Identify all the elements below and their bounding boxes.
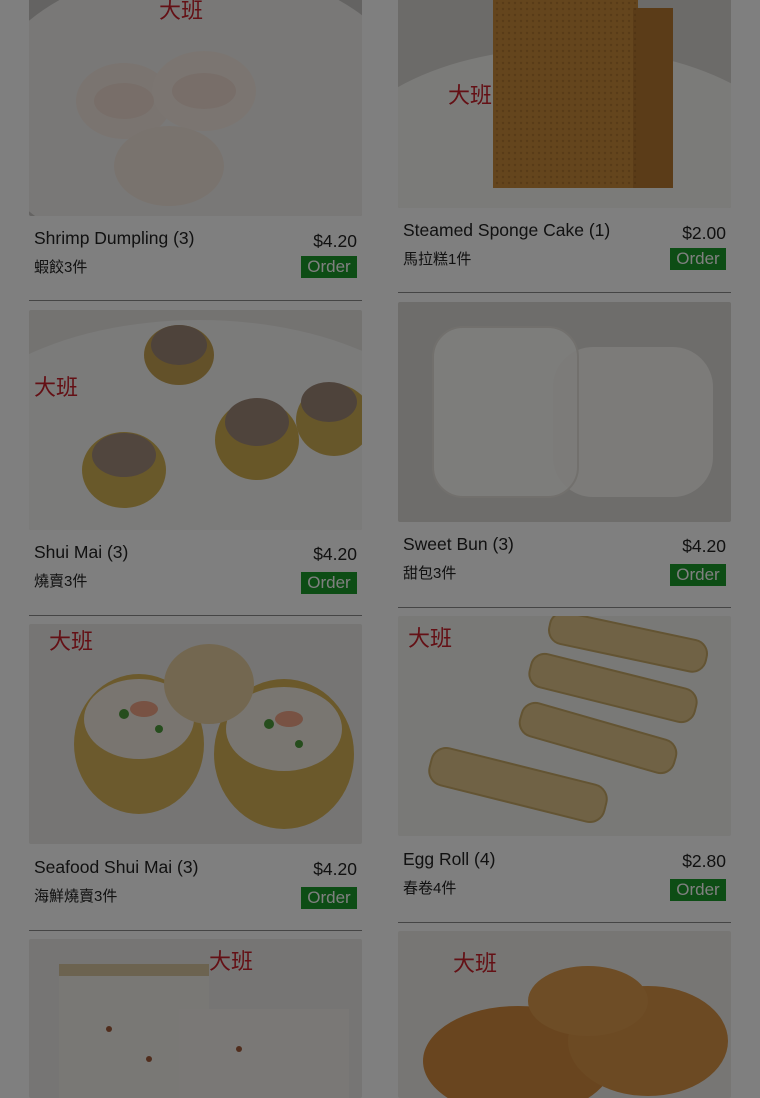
sponge-cake-photo: 大班 [398, 0, 731, 208]
item-chinese-name: 海鮮燒賣3件 [34, 888, 118, 905]
item-name: Shui Mai (3) [34, 542, 129, 562]
svg-text:大班: 大班 [453, 952, 497, 977]
item-price: $4.20 [313, 859, 357, 879]
item-name: Shrimp Dumpling (3) [34, 228, 195, 248]
item-divider [29, 930, 362, 931]
order-button[interactable]: Order [301, 887, 357, 909]
order-button[interactable]: Order [670, 879, 726, 901]
item-name: Steamed Sponge Cake (1) [403, 220, 611, 240]
svg-text:大班: 大班 [34, 376, 78, 401]
item-name: Egg Roll (4) [403, 849, 496, 869]
svg-text:大班: 大班 [159, 0, 203, 24]
item-divider [398, 922, 731, 923]
item-chinese-name: 燒賣3件 [34, 573, 88, 590]
svg-text:大班: 大班 [448, 84, 492, 109]
item-divider [398, 607, 731, 608]
item-chinese-name: 蝦餃3件 [34, 259, 88, 276]
item-price: $4.20 [313, 231, 357, 251]
svg-text:大班: 大班 [49, 630, 93, 655]
svg-text:大班: 大班 [209, 950, 253, 975]
order-button[interactable]: Order [301, 572, 357, 594]
item-name: Seafood Shui Mai (3) [34, 857, 199, 877]
order-button[interactable]: Order [301, 256, 357, 278]
item-chinese-name: 馬拉糕1件 [403, 251, 472, 268]
sweet-bun-photo [398, 302, 731, 522]
order-button[interactable]: Order [670, 248, 726, 270]
egg-roll-photo: 大班 [398, 616, 731, 836]
item-price: $4.20 [313, 544, 357, 564]
turnip-cake-photo: 大班 [29, 939, 362, 1098]
order-button[interactable]: Order [670, 564, 726, 586]
shrimp-dumpling-photo: 大班 [29, 0, 362, 216]
svg-text:大班: 大班 [408, 627, 452, 652]
seafood-shui-mai-photo: 大班 [29, 624, 362, 844]
item-chinese-name: 春卷4件 [403, 880, 457, 897]
item-price: $4.20 [682, 536, 726, 556]
menu-page: 大班 Shrimp Dumpling (3) 蝦餃3件 $4.20 Order … [0, 0, 760, 1098]
item-price: $2.00 [682, 223, 726, 243]
item-divider [29, 300, 362, 301]
pastry-cake-photo: 大班 [398, 931, 731, 1098]
item-chinese-name: 甜包3件 [403, 565, 457, 582]
item-price: $2.80 [682, 851, 726, 871]
item-divider [29, 615, 362, 616]
item-name: Sweet Bun (3) [403, 534, 514, 554]
shui-mai-photo: 大班 [29, 310, 362, 530]
item-divider [398, 292, 731, 293]
